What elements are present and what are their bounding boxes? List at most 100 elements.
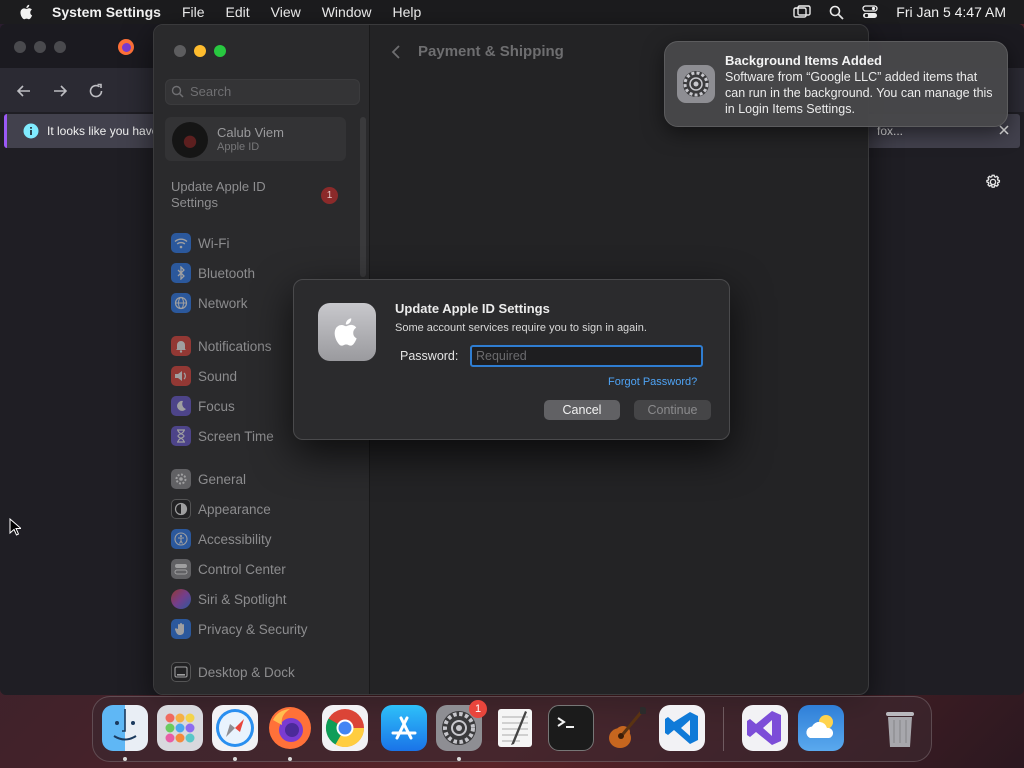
menu-edit[interactable]: Edit xyxy=(226,4,250,20)
menu-window[interactable]: Window xyxy=(322,4,372,20)
wifi-icon xyxy=(171,233,191,253)
control-center-icon[interactable] xyxy=(862,5,878,19)
running-indicator xyxy=(123,757,127,761)
dock-vscode[interactable] xyxy=(659,705,705,751)
maximize-button[interactable] xyxy=(54,41,66,53)
update-apple-id-dialog: Update Apple ID Settings Some account se… xyxy=(293,279,730,440)
sidebar-item-focus[interactable]: Focus xyxy=(171,395,235,417)
dock-badge: 1 xyxy=(469,700,487,718)
dock-textedit[interactable] xyxy=(492,705,538,751)
sidebar-item-label: Control Center xyxy=(198,561,286,577)
sidebar-item-screen-time[interactable]: Screen Time xyxy=(171,425,274,447)
dock-weather[interactable] xyxy=(798,705,844,751)
sidebar-item-label: Accessibility xyxy=(198,531,272,547)
clock[interactable]: Fri Jan 5 4:47 AM xyxy=(896,4,1006,20)
visual-studio-icon xyxy=(742,705,788,751)
menu-app-name[interactable]: System Settings xyxy=(52,4,161,20)
dock-trash[interactable] xyxy=(877,705,923,751)
textedit-icon xyxy=(492,705,538,751)
dock-chrome[interactable] xyxy=(322,705,368,751)
app-store-icon xyxy=(381,705,427,751)
dock-launchpad[interactable] xyxy=(157,705,203,751)
sidebar-item-label: Wi-Fi xyxy=(198,235,230,251)
apple-icon[interactable] xyxy=(18,3,36,21)
continue-button[interactable]: Continue xyxy=(634,400,711,420)
avatar xyxy=(172,122,208,158)
speaker-icon xyxy=(171,366,191,386)
sidebar-item-desktop-dock[interactable]: Desktop & Dock xyxy=(171,661,295,683)
dock-safari[interactable] xyxy=(212,705,258,751)
sidebar-item-notifications[interactable]: Notifications xyxy=(171,335,272,357)
vscode-icon xyxy=(659,705,705,751)
dock-garageband[interactable] xyxy=(603,705,649,751)
system-settings-gear-icon xyxy=(677,65,715,103)
zoom-button[interactable] xyxy=(214,45,226,57)
forgot-password-link[interactable]: Forgot Password? xyxy=(608,376,697,388)
dock-app-store[interactable] xyxy=(381,705,427,751)
update-apple-id-item[interactable]: Update Apple ID Settings xyxy=(171,179,301,211)
back-chevron-icon[interactable] xyxy=(390,44,402,60)
minimize-button[interactable] xyxy=(34,41,46,53)
menu-view[interactable]: View xyxy=(271,4,301,20)
sidebar-item-appearance[interactable]: Appearance xyxy=(171,498,271,520)
menu-help[interactable]: Help xyxy=(393,4,422,20)
hand-icon xyxy=(171,619,191,639)
hourglass-icon xyxy=(171,426,191,446)
window-controls xyxy=(174,45,226,57)
password-field[interactable] xyxy=(470,345,703,367)
sidebar-item-privacy-security[interactable]: Privacy & Security xyxy=(171,618,308,640)
search-input[interactable]: Search xyxy=(165,79,360,105)
sidebar-item-label: Privacy & Security xyxy=(198,621,308,637)
dialog-message: Some account services require you to sig… xyxy=(395,322,647,334)
control-center-icon xyxy=(171,559,191,579)
screen-mirroring-icon[interactable] xyxy=(793,5,811,19)
cancel-button[interactable]: Cancel xyxy=(544,400,620,420)
dock-terminal[interactable] xyxy=(548,705,594,751)
globe-icon xyxy=(171,293,191,313)
sidebar-item-control-center[interactable]: Control Center xyxy=(171,558,286,580)
notification-badge: 1 xyxy=(321,187,338,204)
notification-banner[interactable]: Background Items Added Software from “Go… xyxy=(664,41,1008,127)
search-icon xyxy=(171,85,184,98)
browser-window-controls xyxy=(14,41,66,53)
sidebar-item-label: General xyxy=(198,471,247,487)
firefox-tab-icon[interactable] xyxy=(117,38,135,56)
apple-logo-icon xyxy=(318,303,376,361)
trash-icon xyxy=(877,705,923,751)
reload-icon[interactable] xyxy=(87,82,105,100)
close-button[interactable] xyxy=(14,41,26,53)
apple-id-profile[interactable]: Calub Viem Apple ID xyxy=(165,117,346,161)
forward-arrow-icon[interactable] xyxy=(51,82,69,100)
password-label: Password: xyxy=(400,349,459,363)
sidebar-item-siri-spotlight[interactable]: Siri & Spotlight xyxy=(171,588,287,610)
close-button[interactable] xyxy=(174,45,186,57)
firefox-icon xyxy=(267,705,313,751)
minimize-button[interactable] xyxy=(194,45,206,57)
sidebar-item-network[interactable]: Network xyxy=(171,292,248,314)
sidebar-item-wifi[interactable]: Wi-Fi xyxy=(171,232,229,254)
back-arrow-icon[interactable] xyxy=(15,82,33,100)
dock-firefox[interactable] xyxy=(267,705,313,751)
menu-bar: System Settings File Edit View Window He… xyxy=(0,0,1024,24)
gear-icon xyxy=(171,469,191,489)
info-icon xyxy=(23,123,39,139)
sidebar-item-bluetooth[interactable]: Bluetooth xyxy=(171,262,255,284)
chrome-icon xyxy=(322,705,368,751)
notification-body: Software from “Google LLC” added items t… xyxy=(725,70,993,116)
dock-visual-studio[interactable] xyxy=(742,705,788,751)
dock-finder[interactable] xyxy=(102,705,148,751)
sidebar-item-sound[interactable]: Sound xyxy=(171,365,237,387)
menu-file[interactable]: File xyxy=(182,4,205,20)
running-indicator xyxy=(457,757,461,761)
sidebar-scrollbar[interactable] xyxy=(360,117,366,277)
gear-icon[interactable] xyxy=(984,173,1002,191)
sidebar-item-accessibility[interactable]: Accessibility xyxy=(171,528,272,550)
mouse-cursor-icon xyxy=(9,518,21,536)
sidebar-item-general[interactable]: General xyxy=(171,468,246,490)
safari-icon xyxy=(212,705,258,751)
dock-system-settings[interactable]: 1 xyxy=(436,700,487,751)
moon-icon xyxy=(171,396,191,416)
finder-icon xyxy=(102,705,148,751)
spotlight-search-icon[interactable] xyxy=(829,5,844,20)
garageband-guitar-icon xyxy=(603,705,649,751)
